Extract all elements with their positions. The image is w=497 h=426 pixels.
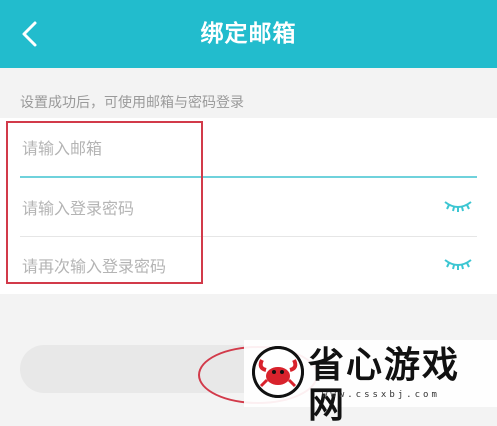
header-bar: 绑定邮箱	[0, 0, 497, 68]
hint-text: 设置成功后，可使用邮箱与密码登录	[20, 95, 244, 111]
page-title: 绑定邮箱	[200, 21, 297, 47]
closed-eye-icon[interactable]	[443, 196, 473, 218]
annotation-highlight-box	[6, 121, 203, 284]
watermark: 省心游戏网 www.cssxbj.com	[244, 340, 497, 426]
crab-logo-icon	[252, 346, 304, 398]
watermark-url: www.cssxbj.com	[322, 390, 440, 400]
watermark-text: 省心游戏网	[308, 345, 461, 426]
closed-eye-icon[interactable]	[443, 254, 473, 276]
